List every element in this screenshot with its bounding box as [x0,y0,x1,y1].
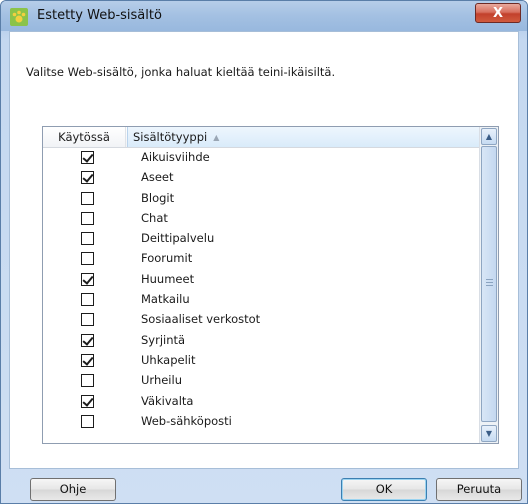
help-button[interactable]: Ohje [30,478,116,501]
list-item[interactable]: Väkivalta [43,392,479,412]
list-item[interactable]: Deittipalvelu [43,229,479,249]
scroll-down-button[interactable]: ▼ [481,425,497,442]
list-item[interactable]: Uhkapelit [43,351,479,371]
content-type-label: Aseet [141,170,174,185]
enabled-checkbox[interactable] [81,171,94,185]
enabled-checkbox[interactable] [81,353,94,367]
content-type-label: Sosiaaliset verkostot [141,312,261,327]
enabled-checkbox[interactable] [81,252,94,266]
ok-button[interactable]: OK [341,478,427,501]
content-type-label: Urheilu [141,373,182,388]
chevron-up-icon: ▲ [485,132,493,141]
grip-icon [486,279,493,286]
content-type-label: Chat [141,210,168,225]
enabled-checkbox[interactable] [81,232,94,246]
content-type-label: Väkivalta [141,393,194,408]
content-type-label: Blogit [141,190,175,205]
chevron-down-icon: ▼ [485,429,493,438]
list-header: Käytössä Sisältötyyppi ▲ [43,127,479,148]
enabled-checkbox[interactable] [81,414,94,428]
instruction-text: Valitse Web-sisältö, jonka haluat kieltä… [26,65,336,79]
paw-icon [10,8,28,26]
list-item[interactable]: Huumeet [43,270,479,290]
list-item[interactable]: Aikuisviihde [43,148,479,168]
enabled-checkbox[interactable] [81,293,94,307]
content-type-label: Matkailu [141,292,190,307]
vertical-scrollbar[interactable]: ▲ ▼ [479,127,498,443]
content-type-label: Uhkapelit [141,352,196,367]
list-item[interactable]: Web-sähköposti [43,412,479,432]
content-type-label: Syrjintä [141,332,186,347]
enabled-checkbox[interactable] [81,333,94,347]
content-type-label: Web-sähköposti [141,413,232,428]
column-header-content-type[interactable]: Sisältötyyppi ▲ [127,127,479,147]
sort-ascending-icon: ▲ [213,133,220,142]
enabled-checkbox[interactable] [81,151,94,164]
cancel-button[interactable]: Peruuta [436,478,522,501]
close-icon: X [492,6,504,21]
list-item[interactable]: Matkailu [43,290,479,310]
enabled-checkbox[interactable] [81,211,94,225]
enabled-checkbox[interactable] [81,272,94,286]
enabled-checkbox[interactable] [81,394,94,408]
list-item[interactable]: Foorumit [43,249,479,269]
column-header-enabled[interactable]: Käytössä [43,127,126,147]
content-type-label: Huumeet [141,271,195,286]
scrollbar-thumb[interactable] [481,146,497,422]
list-item[interactable]: Chat [43,209,479,229]
list-item[interactable]: Aseet [43,168,479,188]
list-item[interactable]: Sosiaaliset verkostot [43,310,479,330]
close-button[interactable]: X [475,3,521,23]
enabled-checkbox[interactable] [81,191,94,205]
content-type-list: Käytössä Sisältötyyppi ▲ Aikuisviihde Asee… [42,126,499,444]
list-rows: Aikuisviihde Aseet Blogit Chat Deittipalvelu… [43,148,479,432]
title-bar[interactable]: Estetty Web-sisältö X [1,1,527,31]
content-type-label: Deittipalvelu [141,231,215,246]
list-item[interactable]: Urheilu [43,371,479,391]
list-item[interactable]: Syrjintä [43,331,479,351]
window-title: Estetty Web-sisältö [37,8,162,23]
scroll-up-button[interactable]: ▲ [481,128,497,145]
enabled-checkbox[interactable] [81,374,94,388]
dialog-window: Estetty Web-sisältö X Valitse Web-sisält… [0,0,528,504]
content-type-label: Foorumit [141,251,193,266]
enabled-checkbox[interactable] [81,313,94,327]
content-type-label: Aikuisviihde [141,150,210,164]
list-item[interactable]: Blogit [43,189,479,209]
